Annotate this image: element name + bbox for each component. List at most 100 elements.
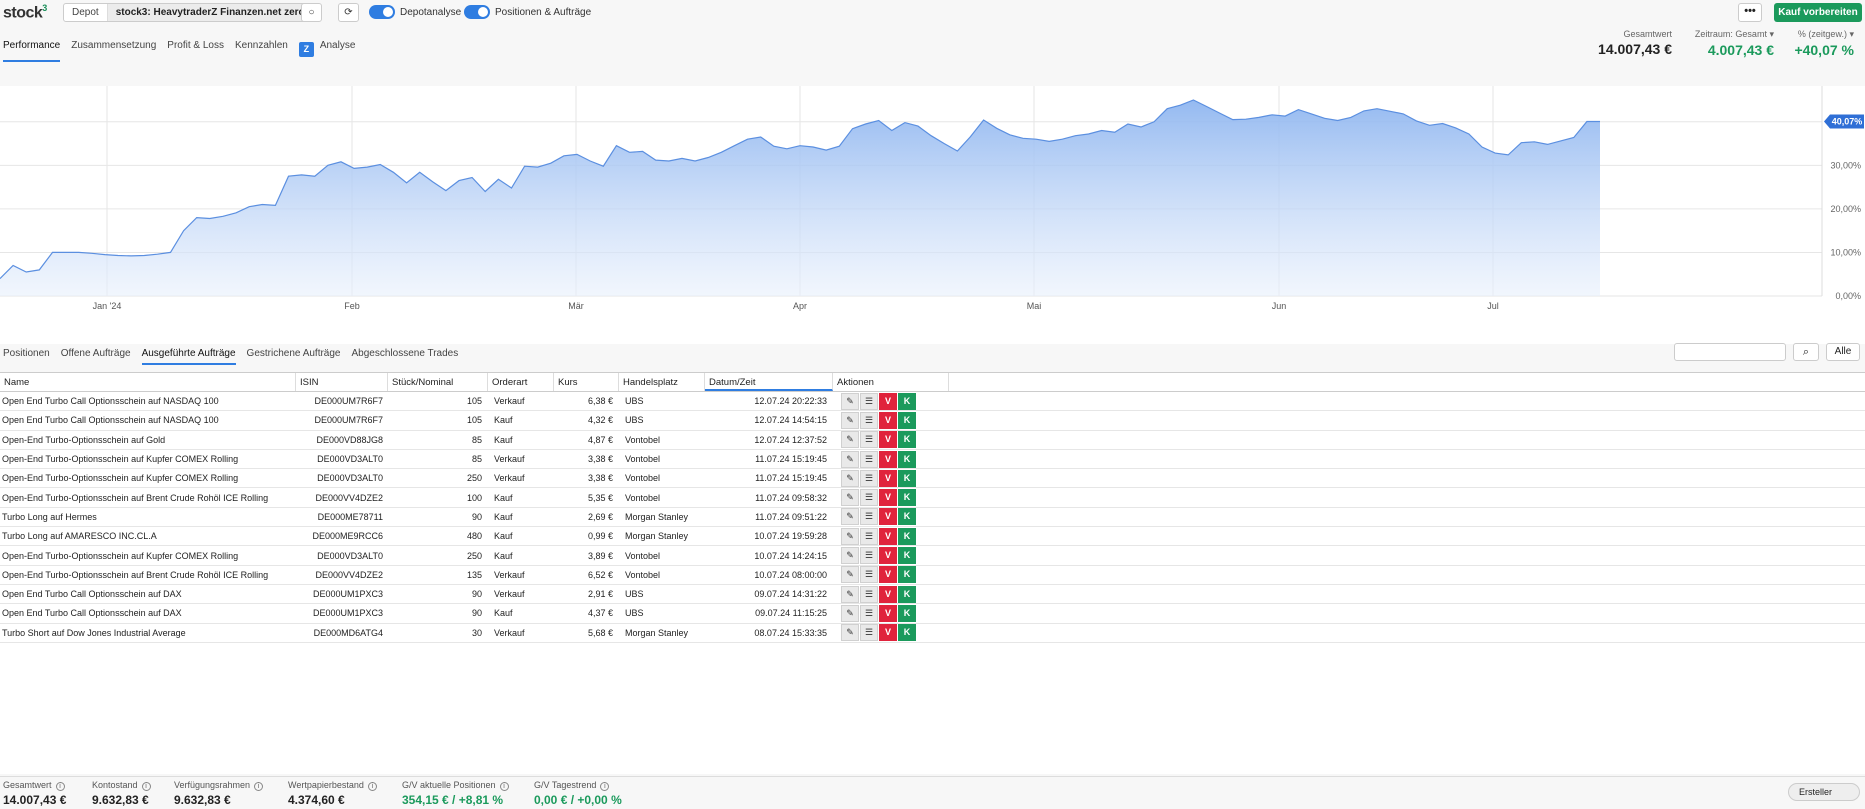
sell-button[interactable]: V — [879, 489, 897, 507]
cell-name[interactable]: Open End Turbo Call Optionsschein auf NA… — [0, 415, 296, 425]
edit-icon[interactable]: ✎ — [841, 508, 859, 526]
cell-name[interactable]: Turbo Long auf Hermes — [0, 512, 296, 522]
cell-name[interactable]: Open-End Turbo-Optionsschein auf Brent C… — [0, 493, 296, 503]
tab-kennzahlen[interactable]: Kennzahlen — [235, 40, 288, 62]
buy-row-button[interactable]: K — [898, 411, 916, 429]
table-row[interactable]: Open-End Turbo-Optionsschein auf Brent C… — [0, 566, 1865, 585]
edit-icon[interactable]: ✎ — [841, 469, 859, 487]
col-header-datum[interactable]: Datum/Zeit — [705, 373, 833, 391]
list-icon[interactable]: ☰ — [860, 566, 878, 584]
depot-value[interactable]: stock3: HeavytraderZ Finanzen.net zero — [107, 4, 313, 21]
list-icon[interactable]: ☰ — [860, 547, 878, 565]
table-row[interactable]: Open-End Turbo-Optionsschein auf Kupfer … — [0, 469, 1865, 489]
tab-gestrichene-auftraege[interactable]: Gestrichene Aufträge — [247, 348, 341, 365]
circle-icon-button[interactable]: ○ — [301, 3, 322, 22]
sell-button[interactable]: V — [879, 450, 897, 468]
kpi-period-label[interactable]: Zeitraum: Gesamt ▾ — [1684, 29, 1774, 40]
search-input[interactable] — [1674, 343, 1786, 361]
info-icon[interactable]: i — [55, 782, 65, 791]
cell-name[interactable]: Open-End Turbo-Optionsschein auf Kupfer … — [0, 454, 296, 464]
edit-icon[interactable]: ✎ — [841, 450, 859, 468]
tab-offene-auftraege[interactable]: Offene Aufträge — [61, 348, 131, 365]
edit-icon[interactable]: ✎ — [841, 585, 859, 603]
edit-icon[interactable]: ✎ — [841, 624, 859, 642]
cell-name[interactable]: Open End Turbo Call Optionsschein auf DA… — [0, 589, 296, 599]
buy-row-button[interactable]: K — [898, 508, 916, 526]
list-icon[interactable]: ☰ — [860, 527, 878, 545]
cell-name[interactable]: Turbo Short auf Dow Jones Industrial Ave… — [0, 628, 296, 638]
more-button[interactable]: ••• — [1738, 3, 1762, 22]
buy-row-button[interactable]: K — [898, 624, 916, 642]
list-icon[interactable]: ☰ — [860, 431, 878, 449]
toggle-switch[interactable] — [464, 5, 490, 19]
sell-button[interactable]: V — [879, 411, 897, 429]
tab-ausgefuehrte-auftraege[interactable]: Ausgeführte Aufträge — [141, 348, 236, 365]
filter-all-button[interactable]: Alle — [1826, 343, 1860, 361]
sell-button[interactable]: V — [879, 604, 897, 622]
edit-icon[interactable]: ✎ — [841, 547, 859, 565]
cell-name[interactable]: Turbo Long auf AMARESCO INC.CL.A — [0, 531, 296, 541]
buy-row-button[interactable]: K — [898, 489, 916, 507]
col-header-qty[interactable]: Stück/Nominal — [388, 373, 488, 391]
table-row[interactable]: Turbo Short auf Dow Jones Industrial Ave… — [0, 624, 1865, 643]
app-logo[interactable]: stock3 — [3, 3, 47, 22]
buy-row-button[interactable]: K — [898, 431, 916, 449]
buy-row-button[interactable]: K — [898, 585, 916, 603]
list-icon[interactable]: ☰ — [860, 624, 878, 642]
edit-icon[interactable]: ✎ — [841, 411, 859, 429]
list-icon[interactable]: ☰ — [860, 585, 878, 603]
buy-button[interactable]: Kauf vorbereiten — [1774, 3, 1862, 22]
table-row[interactable]: Open-End Turbo-Optionsschein auf Gold DE0… — [0, 431, 1865, 450]
edit-icon[interactable]: ✎ — [841, 604, 859, 622]
refresh-button[interactable]: ⟳ — [338, 3, 359, 22]
sell-button[interactable]: V — [879, 508, 897, 526]
toggle-switch[interactable] — [369, 5, 395, 19]
buy-row-button[interactable]: K — [898, 527, 916, 545]
tab-abgeschlossene-trades[interactable]: Abgeschlossene Trades — [352, 348, 459, 365]
positionen-toggle[interactable]: Positionen & Aufträge — [464, 5, 591, 19]
sell-button[interactable]: V — [879, 469, 897, 487]
table-row[interactable]: Turbo Long auf Hermes DE000ME78711 90 Kauf 2… — [0, 508, 1865, 528]
cell-name[interactable]: Open-End Turbo-Optionsschein auf Gold — [0, 435, 296, 445]
performance-chart[interactable]: Jan '24 Feb Mär Apr Mai Jun Jul 0,00% 10,00% 20,0… — [0, 86, 1865, 344]
kpi-percent[interactable]: % (zeitgew.) ▾ +40,07 % — [1784, 29, 1854, 58]
kpi-period[interactable]: Zeitraum: Gesamt ▾ 4.007,43 € — [1684, 29, 1774, 58]
table-row[interactable]: Open End Turbo Call Optionsschein auf DA… — [0, 585, 1865, 605]
edit-icon[interactable]: ✎ — [841, 489, 859, 507]
table-row[interactable]: Open-End Turbo-Optionsschein auf Kupfer … — [0, 546, 1865, 566]
sell-button[interactable]: V — [879, 566, 897, 584]
buy-row-button[interactable]: K — [898, 392, 916, 410]
edit-icon[interactable]: ✎ — [841, 566, 859, 584]
buy-row-button[interactable]: K — [898, 450, 916, 468]
buy-row-button[interactable]: K — [898, 604, 916, 622]
buy-row-button[interactable]: K — [898, 469, 916, 487]
cell-name[interactable]: Open-End Turbo-Optionsschein auf Kupfer … — [0, 473, 296, 483]
depot-selector[interactable]: Depot stock3: HeavytraderZ Finanzen.net … — [63, 3, 314, 22]
list-icon[interactable]: ☰ — [860, 411, 878, 429]
tab-profit-loss[interactable]: Profit & Loss — [167, 40, 224, 62]
col-header-handelsplatz[interactable]: Handelsplatz — [619, 373, 705, 391]
kpi-percent-label[interactable]: % (zeitgew.) ▾ — [1784, 29, 1854, 40]
list-icon[interactable]: ☰ — [860, 469, 878, 487]
sell-button[interactable]: V — [879, 624, 897, 642]
info-icon[interactable]: i — [141, 782, 151, 791]
depotanalyse-toggle[interactable]: Depotanalyse — [369, 5, 461, 19]
sell-button[interactable]: V — [879, 527, 897, 545]
table-row[interactable]: Open End Turbo Call Optionsschein auf NA… — [0, 392, 1865, 412]
cell-name[interactable]: Open-End Turbo-Optionsschein auf Brent C… — [0, 570, 296, 580]
table-row[interactable]: Turbo Long auf AMARESCO INC.CL.A DE000ME9… — [0, 527, 1865, 547]
buy-row-button[interactable]: K — [898, 566, 916, 584]
sell-button[interactable]: V — [879, 392, 897, 410]
tab-zusammensetzung[interactable]: Zusammensetzung — [71, 40, 156, 62]
cell-name[interactable]: Open End Turbo Call Optionsschein auf DA… — [0, 608, 296, 618]
edit-icon[interactable]: ✎ — [841, 431, 859, 449]
col-header-kurs[interactable]: Kurs — [554, 373, 619, 391]
info-icon[interactable]: i — [499, 782, 509, 791]
table-row[interactable]: Open End Turbo Call Optionsschein auf NA… — [0, 411, 1865, 431]
search-button[interactable]: ⌕ — [1793, 343, 1819, 361]
list-icon[interactable]: ☰ — [860, 450, 878, 468]
table-row[interactable]: Open End Turbo Call Optionsschein auf DA… — [0, 604, 1865, 624]
edit-icon[interactable]: ✎ — [841, 527, 859, 545]
info-icon[interactable]: i — [367, 782, 377, 791]
list-icon[interactable]: ☰ — [860, 489, 878, 507]
